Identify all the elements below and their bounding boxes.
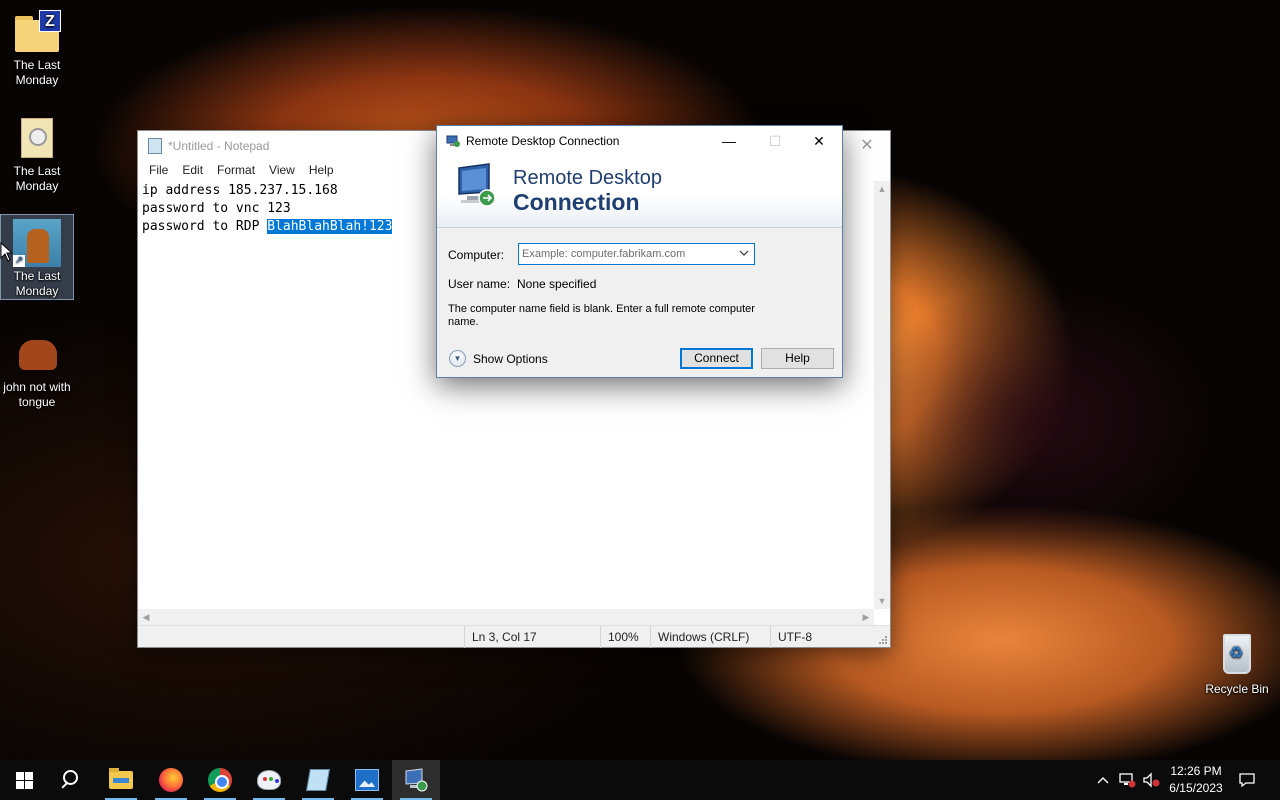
status-zoom: 100%	[600, 626, 639, 648]
remote-desktop-logo-icon	[458, 163, 496, 207]
remote-desktop-app-icon	[446, 135, 460, 147]
username-label: User name:	[448, 277, 511, 291]
status-bar: Ln 3, Col 17 100% Windows (CRLF) UTF-8	[138, 625, 890, 648]
desktop-icon-label: The Last Monday	[13, 269, 61, 298]
photos-icon	[355, 769, 379, 791]
desktop-icon-music-file[interactable]: The Last Monday	[0, 110, 74, 194]
recycle-bin-icon: ♻	[1213, 632, 1261, 680]
taskbar-chrome[interactable]	[196, 760, 244, 800]
status-cursor-position: Ln 3, Col 17	[464, 626, 537, 648]
editor-line-text: password to RDP	[142, 219, 268, 234]
chrome-icon	[208, 768, 232, 792]
resize-grip-icon[interactable]	[878, 635, 888, 645]
start-button[interactable]	[0, 760, 48, 800]
system-clock[interactable]: 12:26 PM 6/15/2023	[1166, 763, 1226, 800]
window-title: *Untitled - Notepad	[168, 139, 270, 153]
status-encoding: UTF-8	[770, 626, 812, 648]
horizontal-scrollbar[interactable]: ◀ ▶	[138, 609, 874, 625]
notepad-app-icon	[148, 138, 162, 154]
game-shortcut-icon: ↗	[13, 219, 61, 267]
menu-format[interactable]: Format	[210, 161, 262, 181]
vertical-scrollbar[interactable]: ▲ ▼	[874, 181, 890, 609]
desktop-icon-label: john not with tongue	[3, 380, 71, 409]
zip-folder-icon: Z	[13, 8, 61, 56]
help-button[interactable]: Help	[761, 348, 834, 369]
taskbar: 12:26 PM 6/15/2023	[0, 760, 1280, 800]
menu-edit[interactable]: Edit	[175, 161, 210, 181]
dialog-banner: Remote Desktop Connection	[437, 156, 842, 228]
taskbar-photos[interactable]	[343, 760, 391, 800]
banner-title-line2: Connection	[513, 189, 640, 215]
mouse-cursor-icon	[0, 242, 12, 262]
dialog-titlebar[interactable]: Remote Desktop Connection — ☐ ✕	[437, 126, 842, 156]
desktop-icon-recycle-bin[interactable]: ♻ Recycle Bin	[1200, 628, 1274, 697]
taskbar-firefox[interactable]	[147, 760, 195, 800]
music-file-icon	[13, 114, 61, 162]
notification-center-icon[interactable]	[1236, 760, 1258, 800]
desktop-icon-label: The Last Monday	[13, 164, 61, 193]
character-image-icon	[13, 330, 61, 378]
windows-logo-icon	[16, 772, 33, 789]
file-explorer-icon	[109, 768, 133, 789]
remote-desktop-icon	[405, 768, 428, 792]
menu-file[interactable]: File	[142, 161, 175, 181]
taskbar-remote-desktop[interactable]	[392, 760, 440, 800]
paint-icon	[257, 770, 281, 790]
scroll-down-icon[interactable]: ▼	[874, 593, 890, 609]
computer-combobox[interactable]	[518, 243, 755, 265]
close-icon[interactable]: ✕	[796, 126, 842, 156]
validation-message: The computer name field is blank. Enter …	[448, 303, 755, 328]
close-icon[interactable]: ✕	[844, 131, 890, 161]
scroll-up-icon[interactable]: ▲	[874, 181, 890, 197]
desktop-icon-label: Recycle Bin	[1205, 682, 1269, 696]
menu-view[interactable]: View	[262, 161, 302, 181]
notepad-icon	[306, 769, 330, 791]
computer-input[interactable]	[522, 246, 732, 262]
taskbar-notepad[interactable]	[294, 760, 342, 800]
scroll-right-icon[interactable]: ▶	[858, 609, 874, 625]
computer-label: Computer:	[448, 248, 505, 262]
dialog-title: Remote Desktop Connection	[466, 134, 620, 148]
desktop-icon-zip-folder[interactable]: Z The Last Monday	[0, 4, 74, 88]
remote-desktop-dialog[interactable]: Remote Desktop Connection — ☐ ✕ Remote D…	[436, 125, 843, 378]
chevron-down-circle-icon[interactable]: ▼	[449, 350, 466, 367]
taskbar-paint[interactable]	[245, 760, 293, 800]
show-options-label[interactable]: Show Options	[473, 352, 548, 366]
network-icon[interactable]	[1116, 760, 1138, 800]
chevron-down-icon[interactable]	[737, 246, 751, 262]
show-hidden-icons-chevron-up-icon[interactable]	[1094, 760, 1112, 800]
selected-text: BlahBlahBlah!123	[267, 219, 393, 234]
menu-help[interactable]: Help	[302, 161, 341, 181]
minimize-icon[interactable]: —	[706, 126, 752, 156]
status-line-ending: Windows (CRLF)	[650, 626, 749, 648]
clock-time: 12:26 PM	[1170, 764, 1222, 778]
search-button[interactable]	[48, 760, 96, 800]
scroll-left-icon[interactable]: ◀	[138, 609, 154, 625]
firefox-icon	[159, 768, 183, 792]
username-value: None specified	[517, 277, 597, 291]
connect-button[interactable]: Connect	[680, 348, 753, 369]
desktop-icon-label: The Last Monday	[13, 58, 61, 87]
volume-muted-icon[interactable]	[1140, 760, 1164, 800]
maximize-icon: ☐	[768, 133, 782, 149]
clock-date: 6/15/2023	[1169, 781, 1223, 795]
taskbar-file-explorer[interactable]	[97, 760, 145, 800]
banner-title-line1: Remote Desktop	[513, 167, 662, 189]
show-options-toggle[interactable]: ▼ Show Options	[449, 350, 548, 367]
desktop-icon-john[interactable]: john not with tongue	[0, 326, 74, 410]
